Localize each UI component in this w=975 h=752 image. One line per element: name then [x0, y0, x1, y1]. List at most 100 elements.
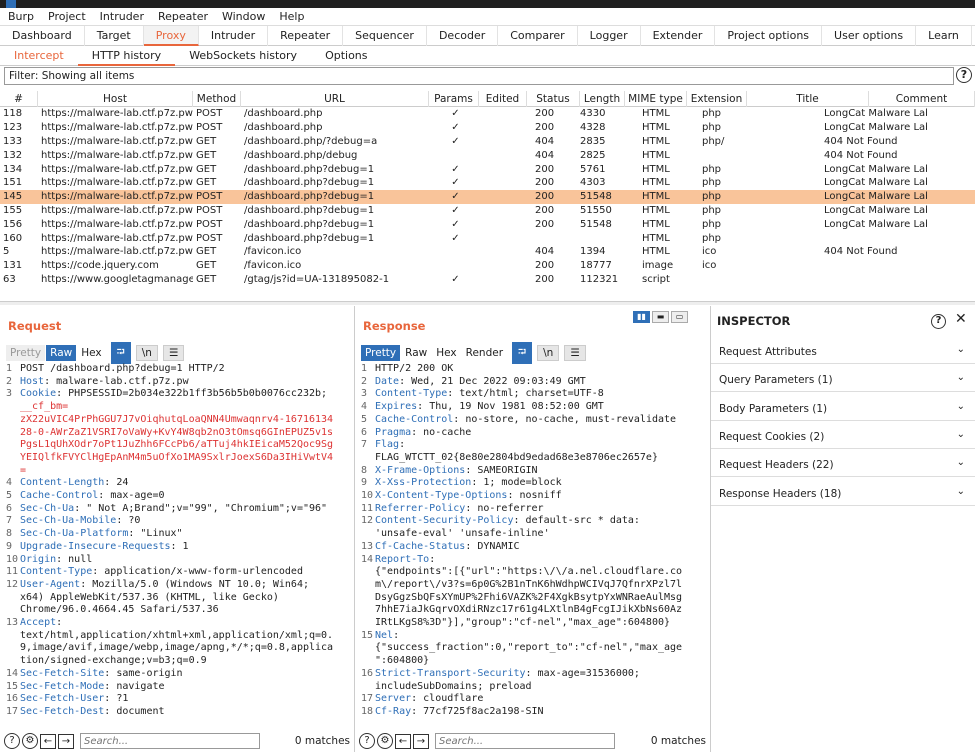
tab-main[interactable]: User options — [822, 26, 917, 46]
table-row[interactable]: 145 https://malware-lab.ctf.p7z.pw POST/da… — [0, 189, 975, 204]
table-row[interactable]: 134 https://malware-lab.ctf.p7z.pw GET/das… — [0, 162, 975, 176]
tab-proxy[interactable]: Intercept — [0, 46, 78, 66]
menu-item[interactable]: Project — [48, 10, 86, 23]
table-cell: https://code.jquery.com — [41, 260, 159, 272]
tab-main[interactable]: Target — [85, 26, 144, 46]
response-editor[interactable]: 1 HTTP/2 200 OK 2 Date: Wed, 21 Dec 2022 09… — [361, 363, 704, 730]
column-header[interactable]: Status — [527, 91, 580, 107]
response-search-bar: ? ⚙ ← → 0 matches — [359, 732, 706, 750]
column-header[interactable]: Host — [38, 91, 193, 107]
table-row[interactable]: 132 https://malware-lab.ctf.p7z.pw GET/das… — [0, 148, 975, 162]
help-icon[interactable]: ? — [956, 67, 972, 83]
view-tab[interactable]: Pretty — [6, 345, 46, 361]
menu-item[interactable]: Intruder — [100, 10, 144, 23]
code-line: 15 Sec-Fetch-Mode: navigate — [6, 681, 348, 694]
code-line: ":604800} — [361, 655, 704, 668]
wrap-lines-icon[interactable]: ⮒ — [512, 342, 533, 364]
request-search-input[interactable] — [80, 733, 260, 749]
view-tab[interactable]: Hex — [432, 345, 460, 361]
table-row[interactable]: 131 https://code.jquery.com GET/favicon.ic… — [0, 259, 975, 273]
tab-main[interactable]: Comparer — [498, 26, 578, 46]
tab-proxy[interactable]: Options — [311, 46, 381, 66]
column-header[interactable]: Edited — [479, 91, 527, 107]
inspector-section[interactable]: Body Parameters (1) ⌄ — [711, 393, 975, 421]
forward-arrow-icon[interactable]: → — [413, 733, 429, 749]
newline-toggle-icon[interactable]: \n — [537, 345, 560, 361]
line-number: 15 — [6, 680, 19, 692]
response-title: Response — [363, 319, 426, 333]
tab-main[interactable]: Intruder — [199, 26, 269, 46]
table-row[interactable]: 133 https://malware-lab.ctf.p7z.pw GET/das… — [0, 135, 975, 149]
line-number: 12 — [6, 578, 19, 590]
column-header[interactable]: MIME type — [625, 91, 687, 107]
column-header[interactable]: Params — [429, 91, 479, 107]
table-row[interactable]: 63 https://www.googletagmanager... GET/gta… — [0, 273, 975, 287]
view-tab[interactable]: Raw — [46, 345, 77, 361]
line-text: PgsL1qUhXOdr7oPt1JuZhh6FCcPb6/aTTuj4hkIE… — [20, 439, 334, 451]
column-header[interactable]: Comment — [869, 91, 975, 107]
inspector-section[interactable]: Request Attributes ⌄ — [711, 336, 975, 364]
menu-item[interactable]: Repeater — [158, 10, 208, 23]
pane-divider[interactable] — [0, 301, 975, 305]
column-header[interactable]: Title — [747, 91, 869, 107]
column-header[interactable]: Extension — [687, 91, 747, 107]
tab-proxy[interactable]: WebSockets history — [175, 46, 311, 66]
tab-main[interactable]: Extender — [641, 26, 716, 46]
view-tab[interactable]: Raw — [401, 345, 431, 361]
tab-main[interactable]: Proxy — [143, 26, 199, 46]
inspector-section[interactable]: Response Headers (18) ⌄ — [711, 478, 975, 506]
tab-main[interactable]: Dashboard — [0, 26, 85, 46]
inspector-section[interactable]: Request Cookies (2) ⌄ — [711, 421, 975, 449]
help-icon[interactable]: ? — [359, 733, 375, 749]
tab-main[interactable]: Sequencer — [343, 26, 427, 46]
table-row[interactable]: 118 https://malware-lab.ctf.p7z.pw POST/da… — [0, 107, 975, 121]
table-row[interactable]: 160 https://malware-lab.ctf.p7z.pw POST/da… — [0, 231, 975, 245]
back-arrow-icon[interactable]: ← — [40, 733, 56, 749]
tab-main[interactable]: Logger — [578, 26, 641, 46]
table-row[interactable]: 156 https://malware-lab.ctf.p7z.pw POST/da… — [0, 217, 975, 231]
menu-item[interactable]: Burp — [8, 10, 34, 23]
column-header[interactable]: Length — [580, 91, 625, 107]
request-editor[interactable]: 1 POST /dashboard.php?debug=1 HTTP/2 2 Host… — [6, 363, 348, 730]
filter-bar[interactable]: Filter: Showing all items — [4, 67, 954, 85]
view-tab[interactable]: Pretty — [361, 345, 401, 361]
gear-icon[interactable]: ⚙ — [377, 733, 393, 749]
gear-icon[interactable]: ⚙ — [22, 733, 38, 749]
table-row[interactable]: 5 https://malware-lab.ctf.p7z.pw GET/favic… — [0, 245, 975, 259]
line-text: m\/report\/v3?s=6p0G%2B1nTnK6hWdhpWCIVqJ… — [375, 578, 683, 590]
tab-proxy[interactable]: HTTP history — [77, 46, 176, 66]
menu-item[interactable]: Window — [222, 10, 265, 23]
table-row[interactable]: 151 https://malware-lab.ctf.p7z.pw GET/das… — [0, 176, 975, 190]
table-row[interactable]: 123 https://malware-lab.ctf.p7z.pw POST/da… — [0, 121, 975, 135]
newline-toggle-icon[interactable]: \n — [135, 345, 158, 361]
table-cell: /gtag/js?id=UA-131895082-1 — [244, 273, 390, 285]
inspector-section[interactable]: Query Parameters (1) ⌄ — [711, 364, 975, 393]
table-cell: LongCat Malware Lab | U... — [824, 122, 927, 134]
help-icon[interactable]: ? — [931, 314, 946, 329]
table-row[interactable]: 155 https://malware-lab.ctf.p7z.pw POST/da… — [0, 204, 975, 218]
response-search-input[interactable] — [435, 733, 615, 749]
tab-main[interactable]: Repeater — [268, 26, 344, 46]
code-line: 8 Sec-Ch-Ua-Platform: "Linux" — [6, 528, 348, 541]
inspector-section[interactable]: Request Headers (22) ⌄ — [711, 449, 975, 478]
back-arrow-icon[interactable]: ← — [395, 733, 411, 749]
table-cell: GET — [196, 163, 217, 175]
line-text: Content-Length: 24 — [20, 477, 129, 489]
menu-item[interactable]: Help — [279, 10, 304, 23]
column-header[interactable]: # — [0, 91, 38, 107]
column-header[interactable]: URL — [241, 91, 429, 107]
close-icon[interactable]: ✕ — [955, 311, 967, 327]
view-tab[interactable]: Hex — [77, 345, 105, 361]
tab-main[interactable]: Decoder — [427, 26, 499, 46]
table-cell: GET — [196, 246, 217, 258]
help-icon[interactable]: ? — [4, 733, 20, 749]
wrap-lines-icon[interactable]: ⮒ — [110, 342, 131, 364]
tab-main[interactable]: Project options — [715, 26, 823, 46]
column-header[interactable]: Method — [193, 91, 241, 107]
view-tab[interactable]: Render — [462, 345, 507, 361]
tab-main[interactable]: Learn — [916, 26, 972, 46]
table-cell: HTML — [642, 108, 670, 120]
forward-arrow-icon[interactable]: → — [58, 733, 74, 749]
menu-icon[interactable]: ☰ — [162, 345, 185, 361]
menu-icon[interactable]: ☰ — [564, 345, 586, 361]
